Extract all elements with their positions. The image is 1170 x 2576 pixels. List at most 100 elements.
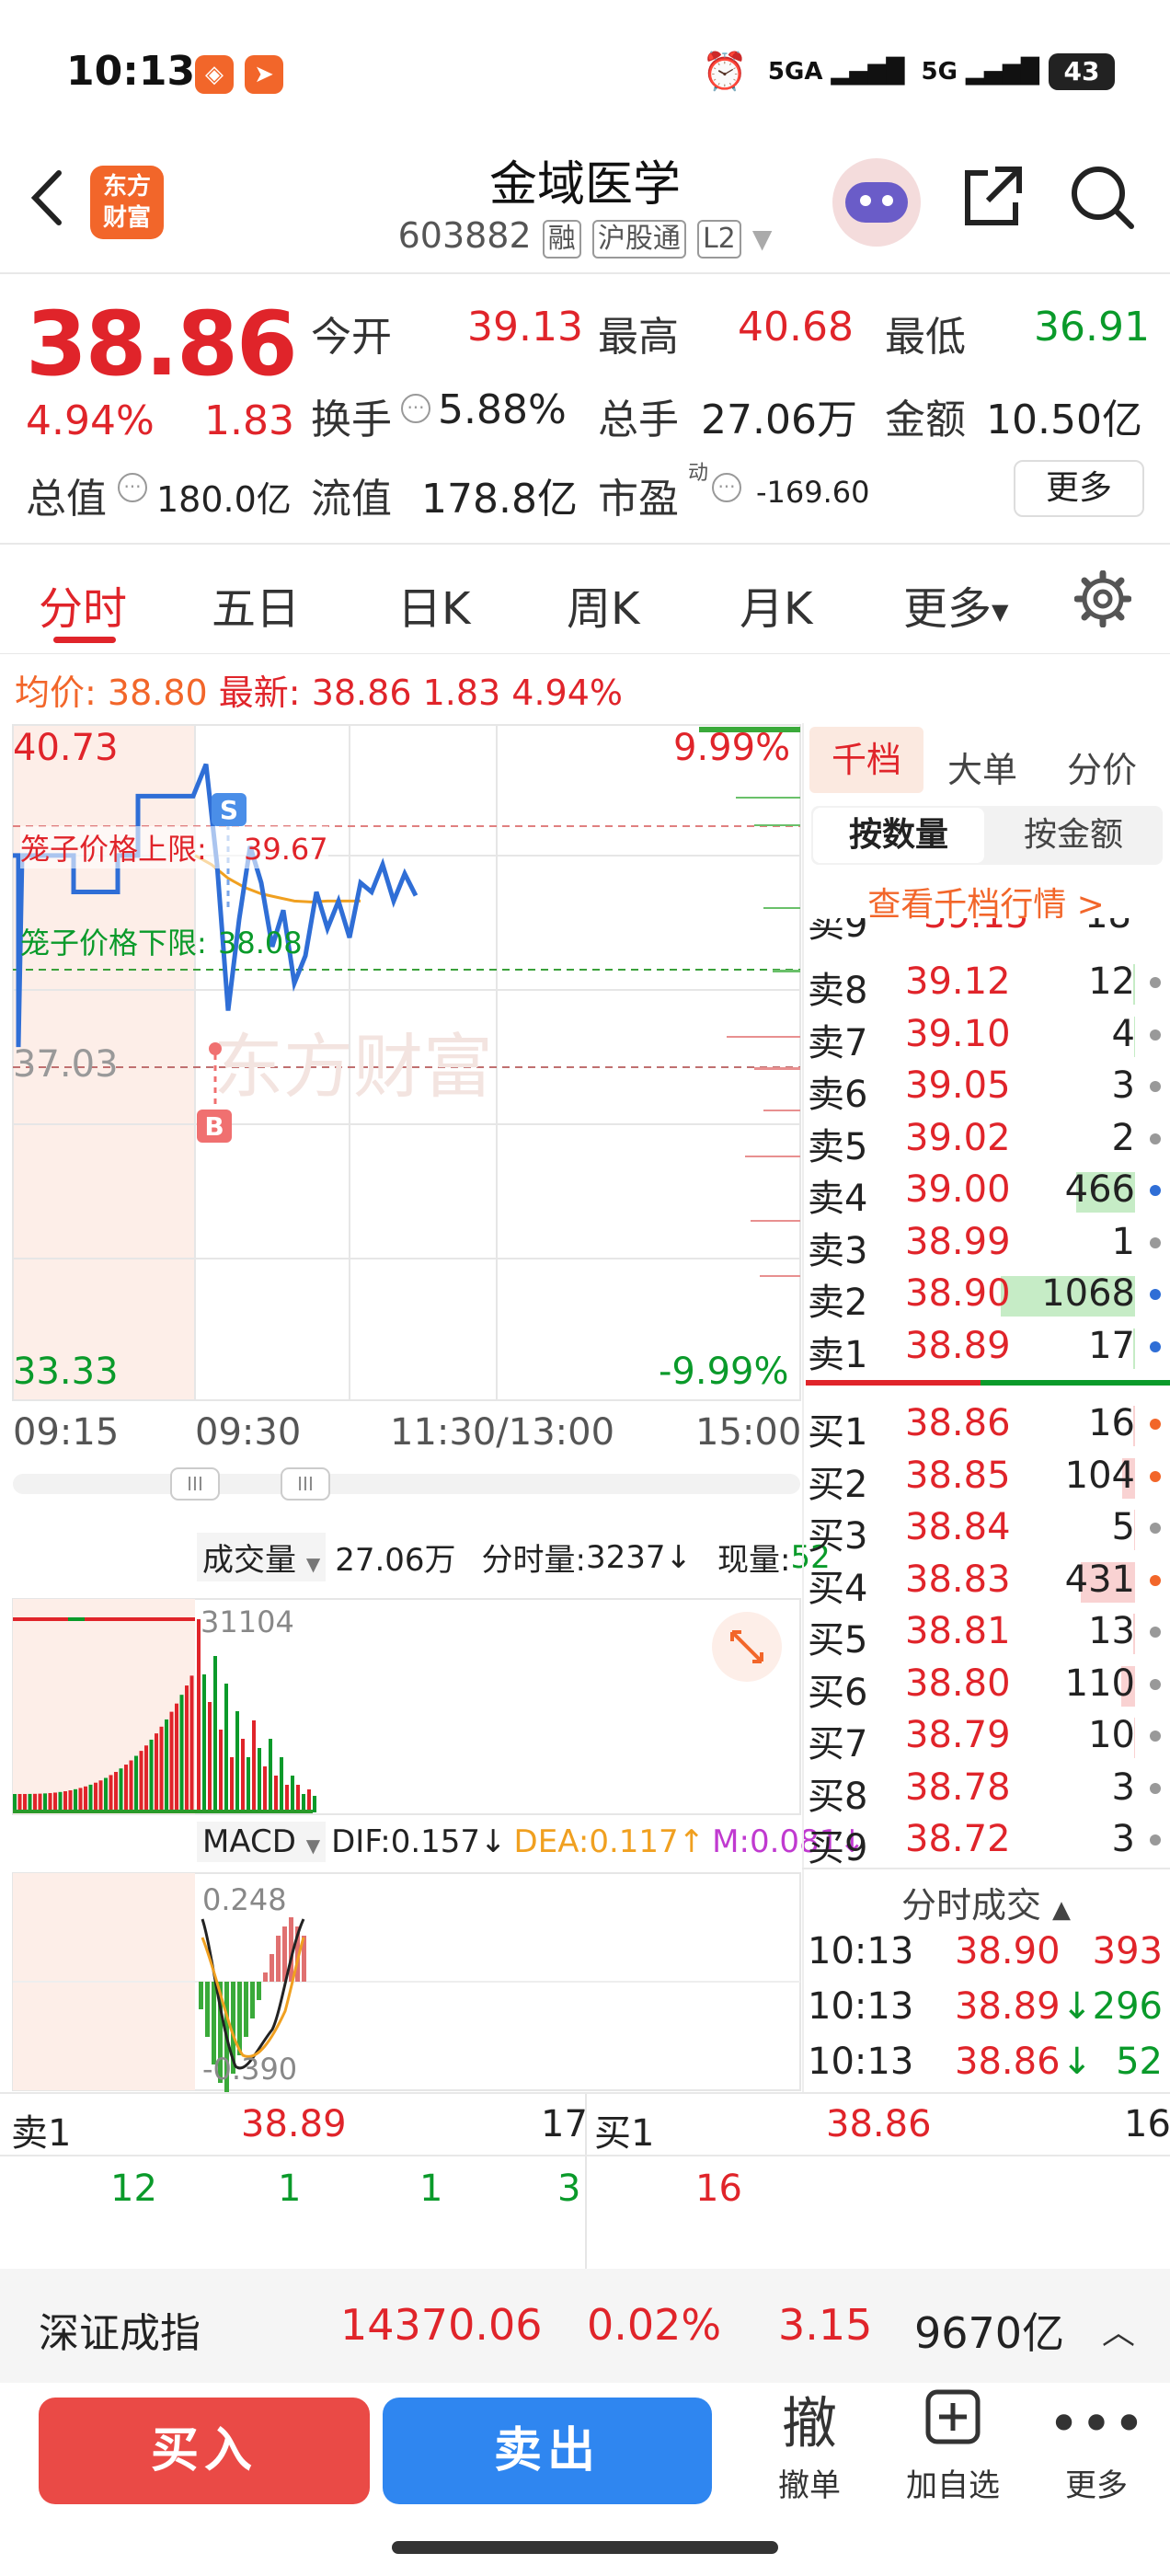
tab-monthly-k[interactable]: 月K bbox=[740, 572, 812, 637]
level-price: 39.10 bbox=[905, 1012, 1011, 1055]
bid-row[interactable]: 买6 38.80 110 bbox=[806, 1657, 1170, 1714]
more-actions-button[interactable]: ••• 更多 bbox=[1041, 2388, 1152, 2505]
cancel-order-button[interactable]: 撤 撤单 bbox=[754, 2388, 865, 2505]
more-fields-button[interactable]: 更多 bbox=[1014, 460, 1144, 517]
level-qty: 3 bbox=[1111, 1064, 1135, 1107]
bid-row[interactable]: 买8 38.78 3 bbox=[806, 1761, 1170, 1818]
now-volume-label: 现量: bbox=[717, 1542, 791, 1579]
bid-row[interactable]: 买2 38.85 104 bbox=[806, 1449, 1170, 1506]
info-icon[interactable]: ··· bbox=[118, 473, 147, 502]
level-label: 卖1 bbox=[808, 1333, 868, 1376]
sell-button[interactable]: 卖出 bbox=[383, 2398, 712, 2504]
volume-indicator-select[interactable]: 成交量 ▼ bbox=[197, 1533, 327, 1581]
level-price: 38.78 bbox=[905, 1765, 1011, 1809]
volume-bar bbox=[235, 1711, 239, 1812]
svg-text:III: III bbox=[297, 1473, 314, 1495]
trade-dir: ↓ bbox=[1061, 2041, 1093, 2083]
ask-row[interactable]: 卖2 38.90 1068 bbox=[806, 1267, 1170, 1324]
macd-indicator-select[interactable]: MACD ▼ bbox=[197, 1822, 327, 1862]
info-icon[interactable]: ··· bbox=[712, 473, 741, 502]
status-indicators: ⏰ 5GA ▂▄▆█ 5G ▂▄▆█ 43 bbox=[702, 50, 1115, 93]
volume-bar bbox=[28, 1793, 32, 1812]
level-price: 38.90 bbox=[905, 1272, 1011, 1315]
ask-row[interactable]: 卖4 39.00 466 bbox=[806, 1163, 1170, 1220]
bid-row[interactable]: 买9 38.72 3 bbox=[806, 1812, 1170, 1869]
robot-icon bbox=[845, 182, 908, 223]
volume-bar bbox=[280, 1757, 283, 1812]
volume-bar bbox=[247, 1757, 250, 1812]
index-ticker[interactable]: 深证成指 14370.06 0.02% 3.15 9670亿 ︿ bbox=[0, 2269, 1170, 2383]
tab-intraday[interactable]: 分时 bbox=[39, 572, 127, 637]
ask-row[interactable]: 卖5 39.02 2 bbox=[806, 1111, 1170, 1168]
status-bar: 10:13 ◈ ➤ ⏰ 5GA ▂▄▆█ 5G ▂▄▆█ 43 bbox=[0, 0, 1170, 147]
volume-bar bbox=[53, 1792, 57, 1812]
level-label: 卖5 bbox=[808, 1125, 868, 1168]
tab-depth[interactable]: 千档 bbox=[809, 727, 923, 793]
add-watchlist-label: 加自选 bbox=[906, 2467, 1000, 2504]
tick-trades-title[interactable]: 分时成交 ▲ bbox=[802, 1877, 1170, 1927]
share-button[interactable] bbox=[960, 164, 1025, 230]
y-axis-bottom-pct: -9.99% bbox=[659, 1351, 789, 1393]
divider bbox=[0, 653, 1170, 654]
volume-header: 成交量 ▼ 27.06万 分时量: 3237 ↓ 现量: 52 bbox=[197, 1533, 831, 1581]
switch-by-quantity[interactable]: 按数量 bbox=[813, 808, 984, 863]
caret-up-icon: ▲ bbox=[1052, 1896, 1072, 1924]
level-price: 38.81 bbox=[905, 1610, 1011, 1652]
latest-change: 1.83 bbox=[422, 673, 501, 713]
bid-row[interactable]: 买7 38.79 10 bbox=[806, 1708, 1170, 1765]
ask-row[interactable]: 卖6 39.05 3 bbox=[806, 1059, 1170, 1116]
volume-bar bbox=[313, 1796, 316, 1812]
tab-more[interactable]: 更多▼ bbox=[903, 572, 1008, 637]
tab-daily-k[interactable]: 日K bbox=[397, 572, 470, 637]
macd-bar bbox=[250, 1982, 255, 2018]
ask-row[interactable]: 卖3 38.99 1 bbox=[806, 1215, 1170, 1272]
volume-bar bbox=[155, 1733, 158, 1812]
bid-row[interactable]: 买3 38.84 5 bbox=[806, 1501, 1170, 1558]
level-label: 买8 bbox=[808, 1775, 868, 1818]
bid-row[interactable]: 买4 38.83 431 bbox=[806, 1553, 1170, 1610]
level-qty: 12 bbox=[1088, 960, 1135, 1003]
search-button[interactable] bbox=[1067, 162, 1137, 232]
tab-five-day[interactable]: 五日 bbox=[212, 572, 300, 637]
minute-volume-label: 分时量: bbox=[481, 1542, 587, 1579]
buy-order-qty: 16 bbox=[695, 2168, 742, 2210]
volume-bar bbox=[13, 1617, 68, 1621]
lower-cage-text: 笼子价格下限: bbox=[20, 926, 207, 960]
macd-indicator-label: MACD bbox=[202, 1823, 296, 1860]
level-price: 38.80 bbox=[905, 1662, 1011, 1705]
y-axis-top-pct: 9.99% bbox=[673, 727, 791, 769]
tab-price-distribution[interactable]: 分价 bbox=[1067, 742, 1137, 792]
add-watchlist-button[interactable]: 加自选 bbox=[898, 2388, 1008, 2505]
latest-pct: 4.94% bbox=[511, 673, 624, 713]
caret-down-icon: ▼ bbox=[305, 1834, 321, 1857]
bid-row[interactable]: 买5 38.81 13 bbox=[806, 1604, 1170, 1662]
buy-button[interactable]: 买入 bbox=[39, 2398, 370, 2504]
macd-bar bbox=[257, 1982, 261, 2000]
level-qty: 2 bbox=[1111, 1116, 1135, 1159]
volume-bar bbox=[269, 1739, 272, 1812]
chart-settings-button[interactable] bbox=[1073, 569, 1132, 628]
chevron-up-icon[interactable]: ︿ bbox=[1102, 2306, 1135, 2353]
volume-bar bbox=[38, 1793, 42, 1812]
ask-row[interactable]: 卖7 39.10 4 bbox=[806, 1007, 1170, 1064]
tag-connect: 沪股通 bbox=[591, 220, 686, 259]
level-label: 卖8 bbox=[808, 970, 868, 1012]
trade-time: 10:13 bbox=[808, 1930, 914, 1972]
volume-bar bbox=[68, 1790, 73, 1812]
volume-bar bbox=[85, 1617, 195, 1621]
info-icon[interactable]: ··· bbox=[401, 394, 430, 423]
macd-header: MACD ▼ DIF:0.157↓ DEA:0.117↑ M:0.081↓ bbox=[197, 1822, 866, 1862]
home-indicator bbox=[392, 2541, 778, 2554]
tab-big-orders[interactable]: 大单 bbox=[947, 742, 1017, 792]
ask-row[interactable]: 卖8 39.12 12 bbox=[806, 955, 1170, 1012]
tab-weekly-k[interactable]: 周K bbox=[567, 572, 639, 637]
level-label: 卖4 bbox=[808, 1178, 868, 1220]
volume-bar bbox=[258, 1748, 261, 1812]
level-price: 38.99 bbox=[905, 1220, 1011, 1263]
ask-row[interactable]: 卖1 38.89 17 bbox=[806, 1319, 1170, 1376]
tick-trades-label: 分时成交 bbox=[900, 1885, 1041, 1926]
assistant-avatar[interactable] bbox=[832, 158, 921, 247]
switch-by-amount[interactable]: 按金额 bbox=[988, 808, 1159, 863]
bid-row[interactable]: 买1 38.86 16 bbox=[806, 1397, 1170, 1454]
volume-bar bbox=[285, 1785, 289, 1812]
